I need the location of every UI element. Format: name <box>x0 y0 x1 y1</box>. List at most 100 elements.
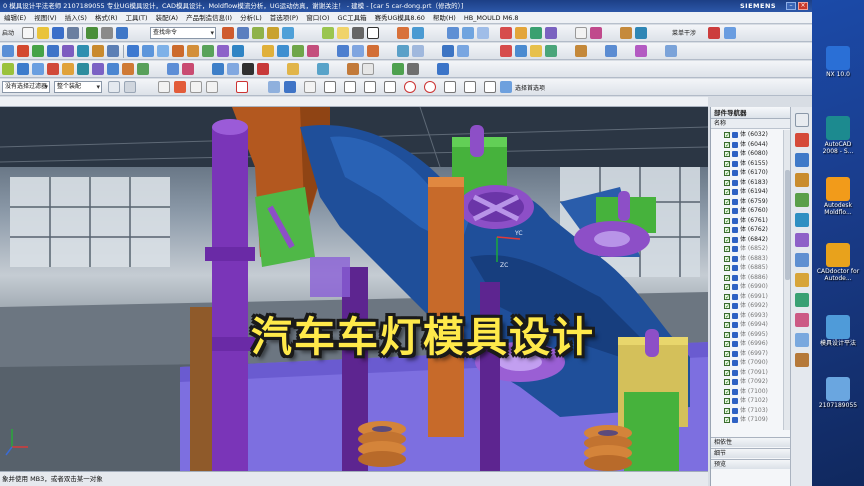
bridge-icon[interactable] <box>62 63 74 75</box>
visibility-checkbox[interactable] <box>724 397 730 407</box>
visibility-checkbox[interactable] <box>724 245 730 255</box>
subtract-icon[interactable] <box>142 45 154 57</box>
assembly-navigator-icon[interactable] <box>795 113 809 127</box>
pan-icon[interactable] <box>282 27 294 39</box>
navigator-row[interactable]: 体 (7103) <box>711 406 783 416</box>
visibility-checkbox[interactable] <box>724 359 730 369</box>
navigator-row[interactable]: 体 (6080) <box>711 149 783 160</box>
menu-assembly[interactable]: 装配(A) <box>156 14 179 22</box>
visibility-checkbox[interactable] <box>724 416 730 426</box>
extract-icon[interactable] <box>457 45 469 57</box>
visibility-checkbox[interactable] <box>724 312 730 321</box>
panel-dependencies[interactable]: 相依性 <box>711 437 790 447</box>
navigator-row[interactable]: 体 (6155) <box>711 159 783 169</box>
navigator-row[interactable]: 体 (6761) <box>711 216 783 226</box>
sync-move-face-icon[interactable] <box>337 45 349 57</box>
navigator-row[interactable]: 体 (6842) <box>711 235 783 245</box>
analysis-icon[interactable] <box>620 27 632 39</box>
draft-analysis-icon[interactable] <box>635 27 647 39</box>
visibility-checkbox[interactable] <box>724 150 730 160</box>
n-sided-icon[interactable] <box>47 63 59 75</box>
electrode-icon[interactable] <box>515 27 527 39</box>
offset-curve-icon[interactable] <box>317 63 329 75</box>
sphere-icon[interactable] <box>107 45 119 57</box>
split-body-icon[interactable] <box>277 45 289 57</box>
ejector-icon[interactable] <box>545 27 557 39</box>
interference-menu[interactable]: 菜单干涉 <box>672 28 696 37</box>
snap-center-icon[interactable] <box>206 81 218 93</box>
visibility-checkbox[interactable] <box>724 141 730 150</box>
selection-scope-dropdown[interactable]: 整个装配 <box>54 81 102 93</box>
spline-snap-icon[interactable] <box>384 81 396 93</box>
visibility-checkbox[interactable] <box>724 331 730 340</box>
navigator-column-name[interactable]: 名称 <box>711 119 790 129</box>
navigator-row[interactable]: 体 (6885) <box>711 263 783 274</box>
vertex-select-icon[interactable] <box>304 81 316 93</box>
navigator-row[interactable]: 体 (7092) <box>711 377 783 388</box>
patch-icon[interactable] <box>182 63 194 75</box>
rectangle-select-icon[interactable] <box>236 81 248 93</box>
system-scenes-icon[interactable] <box>795 333 809 347</box>
desktop-icon-autocad[interactable]: AutoCAD 2008 - S... <box>816 116 860 155</box>
command-search-input[interactable]: 查找命令 <box>150 27 216 39</box>
open-folder-icon[interactable] <box>37 27 49 39</box>
visibility-checkbox[interactable] <box>724 236 730 245</box>
delete-face-icon[interactable] <box>367 45 379 57</box>
quadrant-snap-icon[interactable] <box>424 81 436 93</box>
sketch-icon[interactable] <box>2 45 14 57</box>
start-button[interactable]: 启动 <box>2 28 14 37</box>
mold-tools-icon[interactable] <box>500 45 512 57</box>
styled-blend-icon[interactable] <box>92 63 104 75</box>
curve-icon[interactable] <box>212 63 224 75</box>
offset-face-icon[interactable] <box>232 45 244 57</box>
visibility-checkbox[interactable] <box>724 274 730 283</box>
navigator-row[interactable]: 体 (6993) <box>711 311 783 321</box>
minimize-button[interactable]: – <box>786 2 796 10</box>
navigator-row[interactable]: 体 (6044) <box>711 140 783 150</box>
swept-icon[interactable] <box>17 63 29 75</box>
menu-insert[interactable]: 插入(S) <box>65 14 87 22</box>
menu-preferences[interactable]: 首选项(P) <box>270 14 299 22</box>
desktop-icon-moldflow[interactable]: Autodesk Moldflo... <box>816 177 860 216</box>
constraint-navigator-icon[interactable] <box>795 133 809 147</box>
rotate-icon[interactable] <box>267 27 279 39</box>
palette-icon[interactable] <box>795 353 809 367</box>
visibility-checkbox[interactable] <box>724 407 730 416</box>
mold-wizard-icon[interactable] <box>500 27 512 39</box>
snap-endpoint-icon[interactable] <box>174 81 186 93</box>
visibility-checkbox[interactable] <box>724 169 730 179</box>
navigator-row[interactable]: 体 (6886) <box>711 273 783 283</box>
select-group-icon[interactable] <box>500 81 512 93</box>
web-browser-icon[interactable] <box>795 213 809 227</box>
navigator-row[interactable]: 体 (6194) <box>711 187 783 198</box>
shaded-edges-icon[interactable] <box>322 27 334 39</box>
visibility-checkbox[interactable] <box>724 283 730 293</box>
menu-edit[interactable]: 编辑(E) <box>4 14 26 22</box>
history-icon[interactable] <box>795 233 809 247</box>
visibility-checkbox[interactable] <box>724 131 730 141</box>
navigator-row[interactable]: 体 (7102) <box>711 396 783 407</box>
zoom-icon[interactable] <box>252 27 264 39</box>
navigator-row[interactable]: 体 (6762) <box>711 225 783 236</box>
isoparametric-icon[interactable] <box>287 63 299 75</box>
show-hide-icon[interactable] <box>392 63 404 75</box>
combined-curve-icon[interactable] <box>347 63 359 75</box>
drawing-icon[interactable] <box>665 45 677 57</box>
move-layer-icon[interactable] <box>437 63 449 75</box>
panel-details[interactable]: 细节 <box>711 448 790 458</box>
section-icon[interactable] <box>397 27 409 39</box>
cone-icon[interactable] <box>92 45 104 57</box>
shell-icon[interactable] <box>202 45 214 57</box>
system-materials-icon[interactable] <box>795 253 809 267</box>
settings-icon[interactable] <box>108 81 120 93</box>
process-studio-icon[interactable] <box>795 273 809 287</box>
studio-surface-icon[interactable] <box>77 63 89 75</box>
visibility-checkbox[interactable] <box>724 388 730 397</box>
visibility-checkbox[interactable] <box>724 302 730 312</box>
mirror-icon[interactable] <box>307 45 319 57</box>
navigator-row[interactable]: 体 (6997) <box>711 349 783 359</box>
undo-icon[interactable] <box>86 27 98 39</box>
menu-hb-mould[interactable]: HB_MOULD M6.8 <box>464 14 519 22</box>
datum-icon[interactable] <box>17 45 29 57</box>
select-all-icon[interactable] <box>124 81 136 93</box>
